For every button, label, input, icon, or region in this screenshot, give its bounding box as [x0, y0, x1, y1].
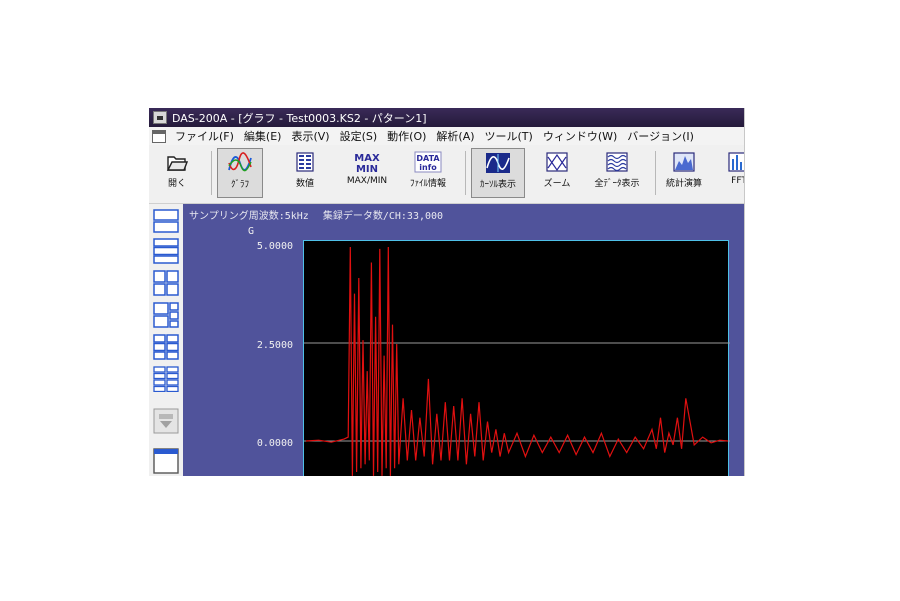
- title-bar: DAS-200A - [グラフ - Test0003.KS2 - パターン1]: [149, 108, 744, 127]
- menu-version[interactable]: バージョン(I): [622, 128, 699, 144]
- y-unit-label: G: [247, 226, 255, 237]
- menu-file[interactable]: ファイル(F): [170, 128, 239, 144]
- toolbar: 開く ｸﾞﾗﾌ 数値 MAX MIN MAX/MIN DATA info ﾌｧｲ…: [149, 145, 744, 204]
- svg-text:MIN: MIN: [356, 164, 378, 173]
- menu-analysis[interactable]: 解析(A): [431, 128, 479, 144]
- graph-button[interactable]: ｸﾞﾗﾌ: [217, 148, 263, 198]
- document-icon[interactable]: [152, 129, 166, 143]
- record-count: 集録データ数/CH:33,000: [322, 211, 444, 222]
- maxmin-button[interactable]: MAX MIN MAX/MIN: [339, 148, 395, 198]
- zoom-icon: [546, 152, 568, 172]
- menu-view[interactable]: 表示(V): [286, 128, 334, 144]
- layout-panel: [149, 204, 183, 476]
- menu-window[interactable]: ウィンドウ(W): [538, 128, 622, 144]
- alldata-label: 全ﾃﾞｰﾀ表示: [594, 179, 640, 189]
- layout-window-icon[interactable]: [153, 448, 179, 474]
- zoom-button[interactable]: ズーム: [533, 148, 581, 198]
- cursor-label: ｶｰｿﾙ表示: [479, 180, 516, 190]
- app-icon: [153, 111, 167, 124]
- maxmin-label: MAX/MIN: [346, 176, 388, 186]
- app-window: DAS-200A - [グラフ - Test0003.KS2 - パターン1] …: [149, 108, 745, 476]
- menu-settings[interactable]: 設定(S): [335, 128, 383, 144]
- fileinfo-label: ﾌｧｲﾙ情報: [409, 179, 446, 189]
- toolbar-separator: [465, 151, 466, 195]
- menu-operation[interactable]: 動作(O): [382, 128, 431, 144]
- zoom-label: ズーム: [543, 179, 571, 189]
- layout-8-grid-icon[interactable]: [153, 366, 179, 392]
- svg-text:MAX: MAX: [354, 153, 380, 164]
- graph-label: ｸﾞﾗﾌ: [230, 180, 249, 190]
- maxmin-icon: MAX MIN: [354, 153, 380, 173]
- alldata-button[interactable]: 全ﾃﾞｰﾀ表示: [587, 148, 647, 198]
- open-label: 開く: [167, 179, 186, 189]
- numeric-table-icon: [296, 152, 314, 172]
- menu-bar: ファイル(F) 編集(E) 表示(V) 設定(S) 動作(O) 解析(A) ツー…: [149, 127, 744, 146]
- data-info-icon: DATA info: [414, 151, 442, 173]
- y-tick-label: 2.5000: [256, 340, 293, 351]
- layout-3-rows-icon[interactable]: [153, 238, 179, 264]
- waveform-trace: [305, 246, 729, 476]
- svg-text:DATA: DATA: [416, 154, 440, 163]
- window-title: DAS-200A - [グラフ - Test0003.KS2 - パターン1]: [172, 111, 427, 125]
- stats-button[interactable]: 統計演算: [661, 148, 707, 198]
- stats-label: 統計演算: [665, 179, 702, 189]
- status-line: サンプリング周波数:5kHz 集録データ数/CH:33,000: [189, 207, 443, 222]
- menu-edit[interactable]: 編集(E): [239, 128, 287, 144]
- y-tick-label: 5.0000: [256, 241, 293, 252]
- menu-tools[interactable]: ツール(T): [480, 128, 538, 144]
- toolbar-separator: [655, 151, 656, 195]
- fft-label: FFT: [731, 176, 744, 186]
- layout-4-grid-icon[interactable]: [153, 270, 179, 296]
- statistics-icon: [673, 152, 695, 172]
- cursor-wave-icon: [486, 153, 510, 173]
- fileinfo-button[interactable]: DATA info ﾌｧｲﾙ情報: [401, 148, 455, 198]
- sampling-rate: サンプリング周波数:5kHz: [189, 211, 309, 222]
- layout-6-grid-icon[interactable]: [153, 334, 179, 360]
- fft-icon: [728, 152, 744, 172]
- toolbar-separator: [211, 151, 212, 195]
- layout-down-arrow-icon[interactable]: [153, 408, 179, 434]
- layout-1-pane-icon[interactable]: [153, 208, 179, 234]
- open-folder-icon: [166, 156, 188, 171]
- y-tick-label: 0.0000: [256, 438, 293, 449]
- all-data-icon: [606, 152, 628, 172]
- numeric-button[interactable]: 数値: [285, 148, 325, 198]
- svg-text:info: info: [419, 163, 437, 172]
- cursor-button[interactable]: ｶｰｿﾙ表示: [471, 148, 525, 198]
- fft-button[interactable]: FFT: [719, 148, 744, 198]
- plot-area[interactable]: [303, 240, 730, 476]
- layout-mixed-grid-icon[interactable]: [153, 302, 179, 328]
- graph-panel: サンプリング周波数:5kHz 集録データ数/CH:33,000 G 5.0000…: [183, 204, 744, 476]
- numeric-label: 数値: [295, 179, 314, 189]
- graph-waves-icon: [228, 152, 252, 172]
- open-button[interactable]: 開く: [157, 148, 197, 198]
- waveform-chart: [304, 246, 730, 476]
